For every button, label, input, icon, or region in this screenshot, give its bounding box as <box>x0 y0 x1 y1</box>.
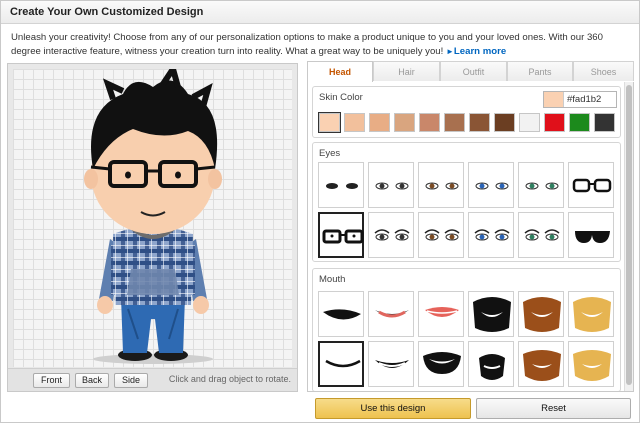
eyes-style-icon <box>524 229 560 241</box>
tab-shoes[interactable]: Shoes <box>573 61 634 81</box>
eyes-option[interactable] <box>568 162 614 208</box>
mouth-style-icon <box>423 352 461 374</box>
eyes-option[interactable] <box>368 162 414 208</box>
eyes-label: Eyes <box>319 148 341 159</box>
mouth-style-icon <box>573 297 611 332</box>
eyes-option[interactable] <box>318 162 364 208</box>
skin-swatch[interactable] <box>469 113 490 132</box>
mouth-label: Mouth <box>319 274 346 285</box>
mouth-option[interactable] <box>418 341 464 387</box>
skin-color-section: Skin Color #fad1b2 <box>312 86 621 138</box>
dialog-title: Create Your Own Customized Design <box>10 6 204 18</box>
skin-swatch[interactable] <box>369 113 390 132</box>
skin-color-label: Skin Color <box>319 92 363 103</box>
skin-swatch[interactable] <box>494 113 515 132</box>
tab-head[interactable]: Head <box>307 61 373 82</box>
skin-swatch[interactable] <box>569 113 590 132</box>
skin-swatch[interactable] <box>594 113 615 132</box>
title-bar: Create Your Own Customized Design <box>1 1 639 24</box>
mouth-option[interactable] <box>568 291 614 337</box>
skin-preview-swatch <box>544 92 564 107</box>
eyes-style-icon <box>475 182 509 190</box>
eyes-option[interactable] <box>418 212 464 258</box>
mouth-style-icon <box>573 350 611 381</box>
arrow-right-icon: ► <box>445 47 454 56</box>
eyes-option[interactable] <box>468 212 514 258</box>
skin-swatch[interactable] <box>444 113 465 132</box>
eyes-style-icon <box>575 231 610 243</box>
eyes-style-icon <box>375 182 409 190</box>
mouth-style-icon <box>523 297 561 332</box>
mouth-option[interactable] <box>518 291 564 337</box>
tab-hair[interactable]: Hair <box>373 61 440 81</box>
options-scrollbar[interactable] <box>624 82 633 391</box>
mouth-style-icon <box>323 309 361 320</box>
skin-hex-field[interactable]: #fad1b2 <box>543 91 617 108</box>
mouth-option[interactable] <box>368 291 414 337</box>
skin-swatch[interactable] <box>344 113 365 132</box>
skin-swatch[interactable] <box>394 113 415 132</box>
view-toolbar: Front Back Side Click and drag object to… <box>8 368 297 391</box>
mouth-style-icon <box>375 310 409 318</box>
category-tabs: Head Hair Outfit Pants Shoes <box>307 61 634 82</box>
skin-swatch[interactable] <box>419 113 440 132</box>
rotate-hint: Click and drag object to rotate. <box>168 374 291 384</box>
skin-hex-value: #fad1b2 <box>567 94 602 105</box>
eyes-style-icon <box>474 229 510 241</box>
avatar-canvas[interactable] <box>13 61 292 367</box>
back-view-button[interactable]: Back <box>75 373 109 388</box>
eyes-option[interactable] <box>418 162 464 208</box>
eyes-option[interactable] <box>518 212 564 258</box>
mouth-option[interactable] <box>318 341 364 387</box>
eyes-option[interactable] <box>368 212 414 258</box>
mouth-option[interactable] <box>418 291 464 337</box>
mouth-style-icon <box>523 350 561 381</box>
eyes-style-icon <box>525 182 559 190</box>
front-view-button[interactable]: Front <box>33 373 70 388</box>
eyes-option[interactable] <box>568 212 614 258</box>
scrollbar-thumb[interactable] <box>626 85 632 385</box>
reset-button[interactable]: Reset <box>476 398 631 419</box>
mouth-style-icon <box>425 307 459 317</box>
skin-swatch[interactable] <box>519 113 540 132</box>
avatar-figure <box>84 61 222 364</box>
options-panel: Head Hair Outfit Pants Shoes Skin Color … <box>307 61 634 392</box>
preview-panel: Front Back Side Click and drag object to… <box>7 61 298 392</box>
eyes-option[interactable] <box>468 162 514 208</box>
eyes-style-icon <box>326 183 358 189</box>
mouth-style-icon <box>325 359 361 368</box>
mouth-option[interactable] <box>318 291 364 337</box>
eyes-style-icon <box>424 229 460 241</box>
intro-paragraph: Unleash your creativity! Choose from any… <box>11 32 603 57</box>
eyes-option[interactable] <box>518 162 564 208</box>
tab-pants[interactable]: Pants <box>507 61 573 81</box>
mouth-style-icon <box>479 354 505 380</box>
eyes-style-icon <box>322 229 364 244</box>
eyes-style-icon <box>572 178 612 193</box>
skin-swatch[interactable] <box>544 113 565 132</box>
side-view-button[interactable]: Side <box>114 373 148 388</box>
mouth-option[interactable] <box>468 291 514 337</box>
use-design-button[interactable]: Use this design <box>315 398 471 419</box>
customize-dialog: Create Your Own Customized Design Unleas… <box>0 0 640 423</box>
mouth-option[interactable] <box>468 341 514 387</box>
tab-outfit[interactable]: Outfit <box>440 61 507 81</box>
skin-swatch[interactable] <box>318 112 341 133</box>
options-scroll-area: Skin Color #fad1b2 Eyes Mouth <box>307 82 634 392</box>
mouth-option[interactable] <box>368 341 414 387</box>
eyes-style-icon <box>374 229 410 241</box>
mouth-style-icon <box>473 297 511 332</box>
mouth-style-icon <box>375 360 409 368</box>
eyes-style-icon <box>425 182 459 190</box>
intro-text: Unleash your creativity! Choose from any… <box>11 31 626 59</box>
eyes-option[interactable] <box>318 212 364 258</box>
mouth-option[interactable] <box>518 341 564 387</box>
learn-more-link[interactable]: Learn more <box>454 46 506 57</box>
eyes-section: Eyes <box>312 142 621 262</box>
mouth-section: Mouth <box>312 268 621 391</box>
mouth-option[interactable] <box>568 341 614 387</box>
